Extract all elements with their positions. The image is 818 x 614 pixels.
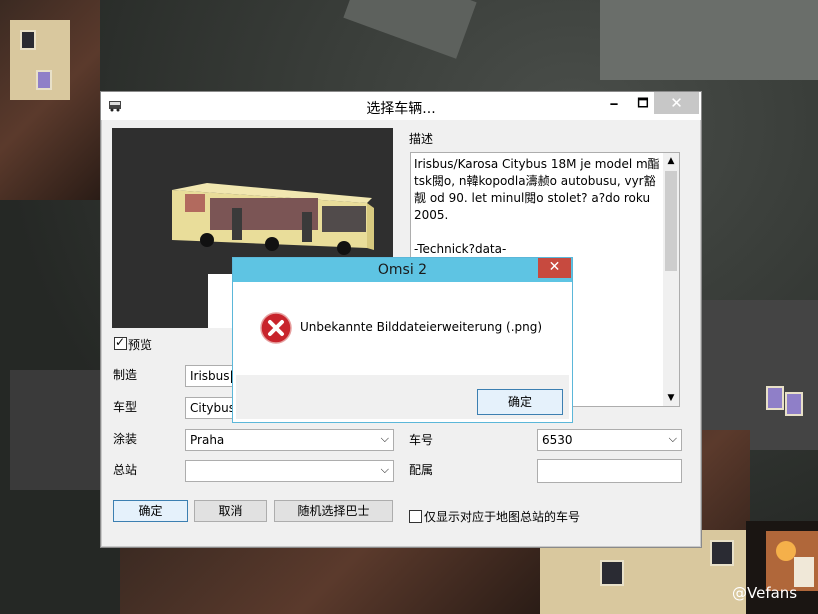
close-button[interactable]: ✕ — [654, 92, 699, 114]
depot-combo[interactable]: ⌵ — [185, 460, 394, 482]
description-text: Irisbus/Karosa Citybus 18M je model m酯ts… — [414, 157, 660, 256]
preview-checkbox-label: 预览 — [128, 338, 153, 352]
chevron-down-icon: ⌵ — [668, 432, 677, 445]
only-depot-checkbox-label: 仅显示对应于地图总站的车号 — [424, 510, 581, 524]
config-label: 配属 — [409, 463, 434, 477]
house — [0, 0, 100, 260]
manufacturer-label: 制造 — [113, 368, 138, 382]
scroll-up-icon[interactable]: ▲ — [663, 153, 679, 169]
error-dialog-title: Omsi 2 — [377, 262, 428, 278]
house — [120, 546, 540, 614]
number-combo[interactable]: 6530 ⌵ — [537, 429, 682, 451]
cancel-button[interactable]: 取消 — [194, 500, 267, 522]
house — [10, 370, 100, 490]
house — [690, 300, 818, 450]
livery-value: Praha — [190, 433, 225, 447]
error-message: Unbekannte Bilddateierweiterung (.png) — [300, 320, 543, 334]
model-label: 车型 — [113, 400, 138, 414]
road — [600, 0, 818, 80]
livery-label: 涂装 — [113, 432, 138, 446]
watermark: @Vefans — [732, 584, 798, 602]
minimize-button[interactable]: 🗕 — [599, 92, 629, 114]
preview-checkbox[interactable] — [114, 335, 127, 350]
error-dialog-titlebar: Omsi 2 ✕ — [233, 258, 572, 282]
error-icon — [260, 312, 292, 344]
only-depot-checkbox[interactable] — [409, 510, 422, 523]
depot-label: 总站 — [113, 463, 138, 477]
description-scrollbar[interactable]: ▲ ▼ — [663, 153, 679, 406]
error-dialog-body: Unbekannte Bilddateierweiterung (.png) — [236, 282, 569, 375]
description-label: 描述 — [409, 132, 434, 146]
chevron-down-icon: ⌵ — [380, 463, 389, 476]
scroll-thumb[interactable] — [665, 171, 677, 271]
number-label: 车号 — [409, 433, 434, 447]
error-ok-button[interactable]: 确定 — [477, 389, 563, 415]
livery-combo[interactable]: Praha ⌵ — [185, 429, 394, 451]
dialog-titlebar: 选择车辆... 🗕 🗖 ✕ — [101, 92, 701, 120]
number-value: 6530 — [542, 433, 573, 447]
chevron-down-icon: ⌵ — [380, 432, 389, 445]
scroll-down-icon[interactable]: ▼ — [663, 390, 679, 406]
road — [343, 0, 477, 59]
error-close-button[interactable]: ✕ — [538, 258, 571, 278]
error-dialog: Omsi 2 ✕ Unbekannte Bilddateierweiterung… — [232, 257, 573, 423]
ok-button[interactable]: 确定 — [113, 500, 188, 522]
error-dialog-footer: 确定 — [236, 375, 569, 419]
random-bus-button[interactable]: 随机选择巴士 — [274, 500, 393, 522]
config-field[interactable] — [537, 459, 682, 483]
